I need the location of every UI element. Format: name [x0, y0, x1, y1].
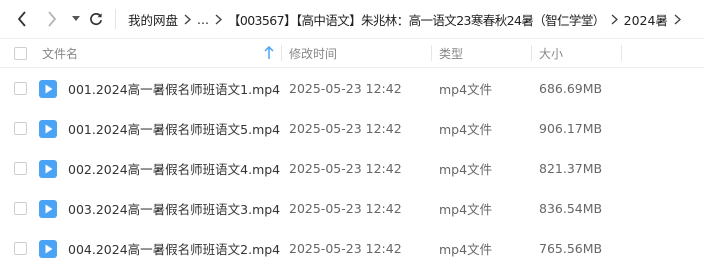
file-size: 765.56MB [539, 240, 603, 256]
caret-down-icon [72, 16, 80, 21]
toolbar-divider [115, 9, 116, 29]
back-button[interactable] [14, 10, 30, 28]
file-type: mp4文件 [439, 121, 493, 137]
file-size: 836.54MB [539, 200, 603, 216]
breadcrumb-separator-icon [611, 13, 618, 25]
file-row[interactable]: 001.2024高一暑假名师班语文5.mp4 2025-05-23 12:42 … [0, 108, 704, 148]
file-type: mp4文件 [439, 161, 493, 177]
column-header-size-label: 大小 [539, 46, 564, 61]
row-checkbox[interactable] [14, 122, 27, 135]
breadcrumb-root[interactable]: 我的网盘 [128, 10, 178, 29]
file-type: mp4文件 [439, 201, 493, 217]
file-type: mp4文件 [439, 81, 493, 97]
video-file-icon [39, 200, 57, 218]
video-file-icon [39, 80, 57, 98]
file-modified-time: 2025-05-23 12:42 [289, 200, 402, 216]
file-row[interactable]: 003.2024高一暑假名师班语文3.mp4 2025-05-23 12:42 … [0, 188, 704, 228]
column-header-name-label: 文件名 [42, 46, 79, 61]
row-checkbox[interactable] [14, 202, 27, 215]
row-checkbox[interactable] [14, 82, 27, 95]
history-dropdown-button[interactable] [70, 10, 82, 28]
refresh-button[interactable] [88, 10, 104, 28]
breadcrumb-ellipsis[interactable]: ... [197, 12, 209, 27]
video-file-icon [39, 240, 57, 258]
row-checkbox[interactable] [14, 162, 27, 175]
file-name[interactable]: 002.2024高一暑假名师班语文4.mp4 [68, 148, 280, 188]
file-row[interactable]: 001.2024高一暑假名师班语文1.mp4 2025-05-23 12:42 … [0, 68, 704, 108]
forward-button[interactable] [44, 10, 60, 28]
file-modified-time: 2025-05-23 12:42 [289, 120, 402, 136]
breadcrumb-separator-icon [674, 13, 681, 25]
file-type: mp4文件 [439, 241, 493, 257]
file-name[interactable]: 003.2024高一暑假名师班语文3.mp4 [68, 188, 280, 228]
breadcrumb-current-folder[interactable]: 2024暑 [624, 10, 668, 29]
video-file-icon [39, 160, 57, 178]
file-name[interactable]: 004.2024高一暑假名师班语文2.mp4 [68, 228, 280, 268]
file-size: 906.17MB [539, 120, 603, 136]
column-header-type-label: 类型 [439, 46, 464, 61]
file-row[interactable]: 004.2024高一暑假名师班语文2.mp4 2025-05-23 12:42 … [0, 228, 704, 268]
file-name[interactable]: 001.2024高一暑假名师班语文1.mp4 [68, 68, 280, 108]
select-all-checkbox[interactable] [14, 47, 27, 60]
column-header-time[interactable]: 修改时间 [289, 39, 337, 67]
column-header-type[interactable]: 类型 [439, 39, 463, 67]
file-list-header: 文件名 修改时间 类型 大小 [0, 38, 704, 68]
file-size: 821.37MB [539, 160, 603, 176]
row-checkbox[interactable] [14, 242, 27, 255]
file-modified-time: 2025-05-23 12:42 [289, 160, 402, 176]
column-header-name[interactable]: 文件名 [42, 39, 280, 67]
sort-up-arrow-icon[interactable] [264, 45, 274, 63]
breadcrumb: 我的网盘 ... 【003567】【高中语文】朱兆林：高一语文23寒春秋24暑（… [128, 0, 687, 38]
file-row[interactable]: 002.2024高一暑假名师班语文4.mp4 2025-05-23 12:42 … [0, 148, 704, 188]
column-divider[interactable] [531, 45, 532, 61]
chevron-right-icon [48, 11, 57, 27]
column-header-time-label: 修改时间 [289, 46, 338, 61]
column-divider[interactable] [621, 45, 622, 61]
breadcrumb-folder[interactable]: 【003567】【高中语文】朱兆林：高一语文23寒春秋24暑（智仁学堂） [228, 10, 605, 29]
file-list: 001.2024高一暑假名师班语文1.mp4 2025-05-23 12:42 … [0, 68, 704, 268]
breadcrumb-separator-icon [215, 13, 222, 25]
column-header-size[interactable]: 大小 [539, 39, 563, 67]
video-file-icon [39, 120, 57, 138]
file-modified-time: 2025-05-23 12:42 [289, 80, 402, 96]
chevron-left-icon [17, 11, 26, 27]
file-size: 686.69MB [539, 80, 603, 96]
toolbar: 我的网盘 ... 【003567】【高中语文】朱兆林：高一语文23寒春秋24暑（… [0, 0, 704, 38]
file-name[interactable]: 001.2024高一暑假名师班语文5.mp4 [68, 108, 280, 148]
refresh-icon [90, 13, 103, 26]
column-divider[interactable] [281, 45, 282, 61]
file-modified-time: 2025-05-23 12:42 [289, 240, 402, 256]
column-divider[interactable] [431, 45, 432, 61]
breadcrumb-separator-icon [184, 13, 192, 25]
